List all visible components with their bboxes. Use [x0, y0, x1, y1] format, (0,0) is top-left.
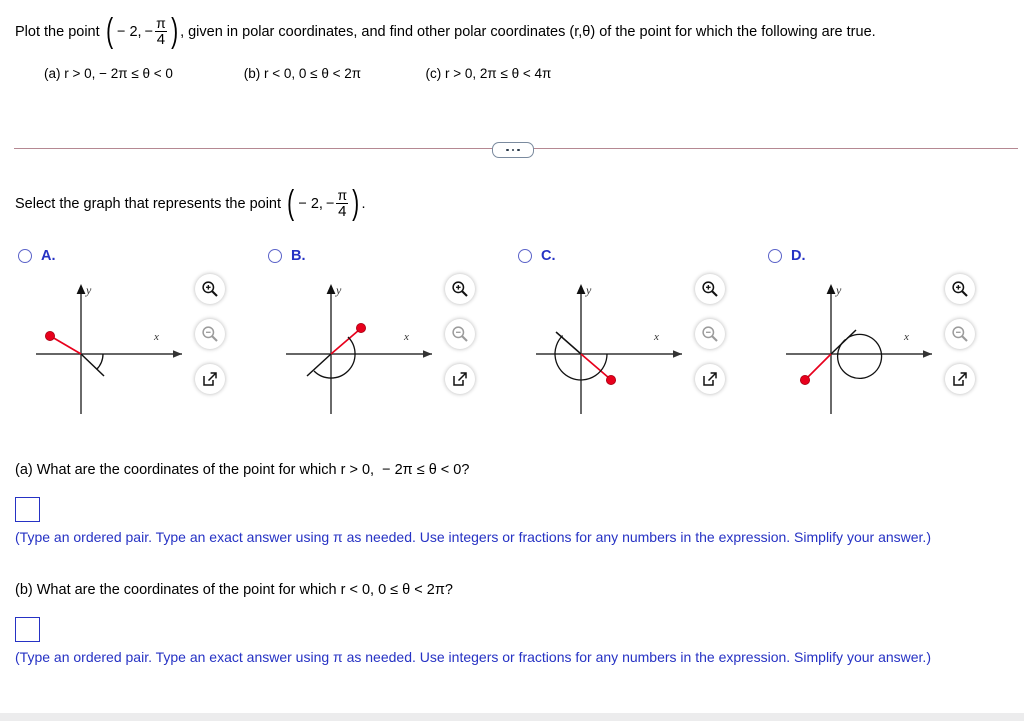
zoom-out-button-b[interactable]: [445, 319, 475, 349]
point-r-value: − 2,: [117, 23, 142, 40]
radio-button-b[interactable]: [268, 249, 282, 263]
conditions-row: (a) r > 0, − 2π ≤ θ < 0 (b) r < 0, 0 ≤ θ…: [44, 66, 1004, 81]
x-axis-label-c: x: [653, 331, 659, 343]
right-paren: ): [170, 11, 178, 50]
y-axis-label-b: y: [335, 283, 342, 297]
zoom-in-button-d[interactable]: [945, 274, 975, 304]
left-paren: (: [287, 183, 295, 222]
x-axis-label-b: x: [403, 331, 409, 343]
select-graph-instruction: Select the graph that represents the poi…: [15, 183, 366, 222]
theta-numerator: π: [156, 15, 166, 31]
zoom-in-button-c[interactable]: [695, 274, 725, 304]
question-a-text: (a) What are the coordinates of the poin…: [15, 462, 470, 478]
question-a-block: (a) What are the coordinates of the poin…: [15, 462, 1015, 548]
terminal-ray-b: [306, 353, 332, 377]
angle-arc-b: [313, 336, 356, 379]
prompt-trail: , given in polar coordinates, and find o…: [180, 23, 876, 40]
choice-c-header[interactable]: C.: [518, 248, 556, 264]
y-axis-label-a: y: [85, 283, 92, 297]
answer-choice-b[interactable]: B. y x: [260, 248, 510, 433]
more-options-button[interactable]: [492, 142, 534, 158]
answer-choice-d[interactable]: D. y x: [760, 248, 1010, 433]
choice-a-header[interactable]: A.: [18, 248, 56, 264]
graph-b[interactable]: y x: [264, 272, 450, 424]
choice-b-header[interactable]: B.: [268, 248, 306, 264]
polar-point-expression: ( − 2, − π 4 ): [104, 11, 180, 50]
theta-numerator: π: [337, 187, 348, 203]
terminal-ray-c: [555, 331, 582, 355]
answer-input-a[interactable]: [15, 497, 40, 522]
y-axis-label-d: y: [835, 283, 842, 297]
bottom-strip: [0, 713, 1024, 721]
answer-hint-b: (Type an ordered pair. Type an exact ans…: [15, 649, 931, 665]
problem-statement: Plot the point ( − 2, − π 4 ) , given in…: [15, 11, 876, 50]
select-lead: Select the graph that represents the poi…: [15, 195, 286, 212]
theta-denominator: 4: [154, 30, 168, 48]
graph-a[interactable]: y x: [14, 272, 200, 424]
left-paren: (: [105, 11, 113, 50]
answer-hint-a: (Type an ordered pair. Type an exact ans…: [15, 529, 931, 545]
answer-choice-a[interactable]: A. y x: [10, 248, 260, 433]
condition-a: (a) r > 0, − 2π ≤ θ < 0: [44, 66, 173, 81]
polar-ray-d: [806, 353, 832, 379]
graph-b-toolbar[interactable]: [445, 274, 485, 409]
x-axis-label-a: x: [153, 331, 159, 343]
y-axis-label-c: y: [585, 283, 592, 297]
radio-button-c[interactable]: [518, 249, 532, 263]
question-b-text: (b) What are the coordinates of the poin…: [15, 582, 453, 598]
angle-arc-d: [836, 333, 883, 380]
graph-a-toolbar[interactable]: [195, 274, 235, 409]
radio-button-a[interactable]: [18, 249, 32, 263]
point-theta-sign: −: [144, 23, 154, 40]
angle-arc-a: [96, 353, 104, 370]
point-theta-sign: −: [325, 195, 335, 212]
choice-d-header[interactable]: D.: [768, 248, 806, 264]
choice-d-label: D.: [791, 248, 806, 264]
select-point-expression: ( − 2, − π 4 ): [285, 183, 361, 222]
answer-choice-c[interactable]: C. y x: [510, 248, 760, 433]
condition-b: (b) r < 0, 0 ≤ θ < 2π: [243, 66, 362, 81]
zoom-out-button-d[interactable]: [945, 319, 975, 349]
axes-d: [786, 284, 932, 414]
axes-a: [36, 284, 182, 414]
graph-c-toolbar[interactable]: [695, 274, 735, 409]
plotted-point-c: [606, 375, 617, 386]
section-divider: [14, 142, 1018, 158]
zoom-out-button-a[interactable]: [195, 319, 225, 349]
question-b-block: (b) What are the coordinates of the poin…: [15, 582, 1015, 668]
expand-button-d[interactable]: [945, 364, 975, 394]
choice-b-label: B.: [291, 248, 306, 264]
dot-icon: [511, 148, 515, 152]
theta-fraction: π 4: [335, 188, 349, 219]
plotted-point-a: [44, 331, 55, 342]
theta-denominator: 4: [336, 202, 349, 220]
plotted-point-b: [356, 323, 367, 334]
expand-button-c[interactable]: [695, 364, 725, 394]
axes-b: [286, 284, 432, 414]
plotted-point-d: [800, 375, 811, 386]
zoom-out-button-c[interactable]: [695, 319, 725, 349]
zoom-in-button-a[interactable]: [195, 274, 225, 304]
condition-c: (c) r > 0, 2π ≤ θ < 4π: [425, 66, 552, 81]
graph-c[interactable]: y x: [514, 272, 700, 424]
radio-button-d[interactable]: [768, 249, 782, 263]
graph-d[interactable]: y x: [764, 272, 950, 424]
dot-icon: [517, 148, 520, 152]
select-trail: .: [361, 195, 366, 212]
choice-a-label: A.: [41, 248, 56, 264]
expand-button-b[interactable]: [445, 364, 475, 394]
graph-d-toolbar[interactable]: [945, 274, 985, 409]
prompt-lead: Plot the point: [15, 23, 104, 40]
zoom-in-button-b[interactable]: [445, 274, 475, 304]
dot-icon: [506, 148, 509, 152]
answer-input-b[interactable]: [15, 617, 40, 642]
expand-button-a[interactable]: [195, 364, 225, 394]
x-axis-label-d: x: [903, 331, 909, 343]
choice-c-label: C.: [541, 248, 556, 264]
right-paren: ): [352, 183, 360, 222]
axes-c: [536, 284, 682, 414]
theta-fraction: π 4: [154, 16, 168, 47]
polar-ray-a: [51, 336, 82, 355]
point-r-value: − 2,: [298, 195, 323, 212]
